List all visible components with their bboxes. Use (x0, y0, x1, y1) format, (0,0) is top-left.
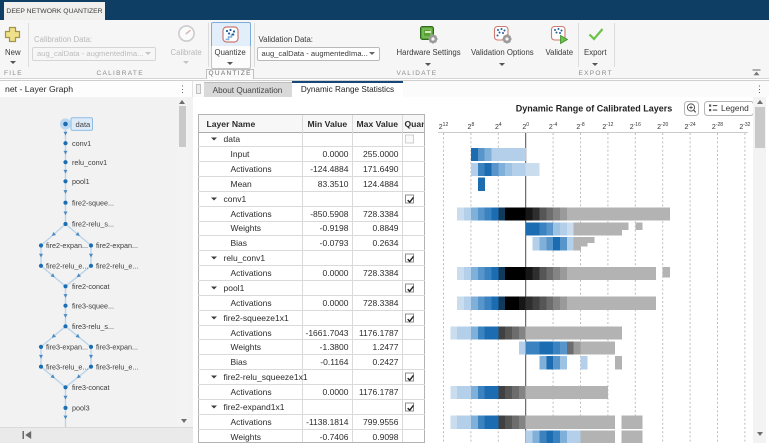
svg-text:2-16: 2-16 (630, 122, 641, 131)
svg-text:fire2-relu_e...: fire2-relu_e... (96, 261, 138, 270)
svg-text:28: 28 (468, 122, 475, 131)
svg-text:conv1: conv1 (72, 139, 91, 148)
svg-text:20: 20 (522, 122, 529, 131)
svg-text:2-8: 2-8 (576, 122, 585, 131)
svg-text:2-32: 2-32 (739, 122, 750, 131)
svg-text:fire2-expan...: fire2-expan... (46, 241, 88, 250)
svg-text:fire3-relu_s...: fire3-relu_s... (72, 322, 114, 331)
svg-text:pool1: pool1 (72, 177, 90, 186)
svg-text:fire2-concat: fire2-concat (72, 282, 110, 291)
svg-text:fire3-squee...: fire3-squee... (72, 301, 114, 310)
svg-text:212: 212 (439, 122, 449, 131)
svg-text:2-28: 2-28 (712, 122, 723, 131)
svg-text:2-12: 2-12 (602, 122, 613, 131)
svg-text:Dynamic Range of Calibrated La: Dynamic Range of Calibrated Layers (516, 104, 673, 114)
svg-text:fire3-relu_e...: fire3-relu_e... (46, 362, 88, 371)
svg-text:fire3-expan...: fire3-expan... (96, 343, 138, 352)
svg-text:fire2-relu_s...: fire2-relu_s... (72, 220, 114, 229)
svg-text:2-20: 2-20 (657, 122, 668, 131)
svg-text:2-24: 2-24 (685, 122, 696, 131)
svg-text:data: data (76, 120, 92, 129)
svg-text:fire2-expan...: fire2-expan... (96, 241, 138, 250)
svg-text:2-4: 2-4 (549, 122, 558, 131)
svg-text:fire2-relu_e...: fire2-relu_e... (46, 261, 88, 270)
svg-text:fire3-concat: fire3-concat (72, 383, 110, 392)
svg-text:Legend: Legend (721, 103, 749, 113)
svg-text:24: 24 (495, 122, 502, 131)
svg-text:fire2-squee...: fire2-squee... (72, 198, 114, 207)
svg-text:pool3: pool3 (72, 404, 90, 413)
svg-text:fire3-expan...: fire3-expan... (46, 343, 88, 352)
svg-text:fire3-relu_e...: fire3-relu_e... (96, 362, 138, 371)
svg-text:relu_conv1: relu_conv1 (72, 158, 107, 167)
